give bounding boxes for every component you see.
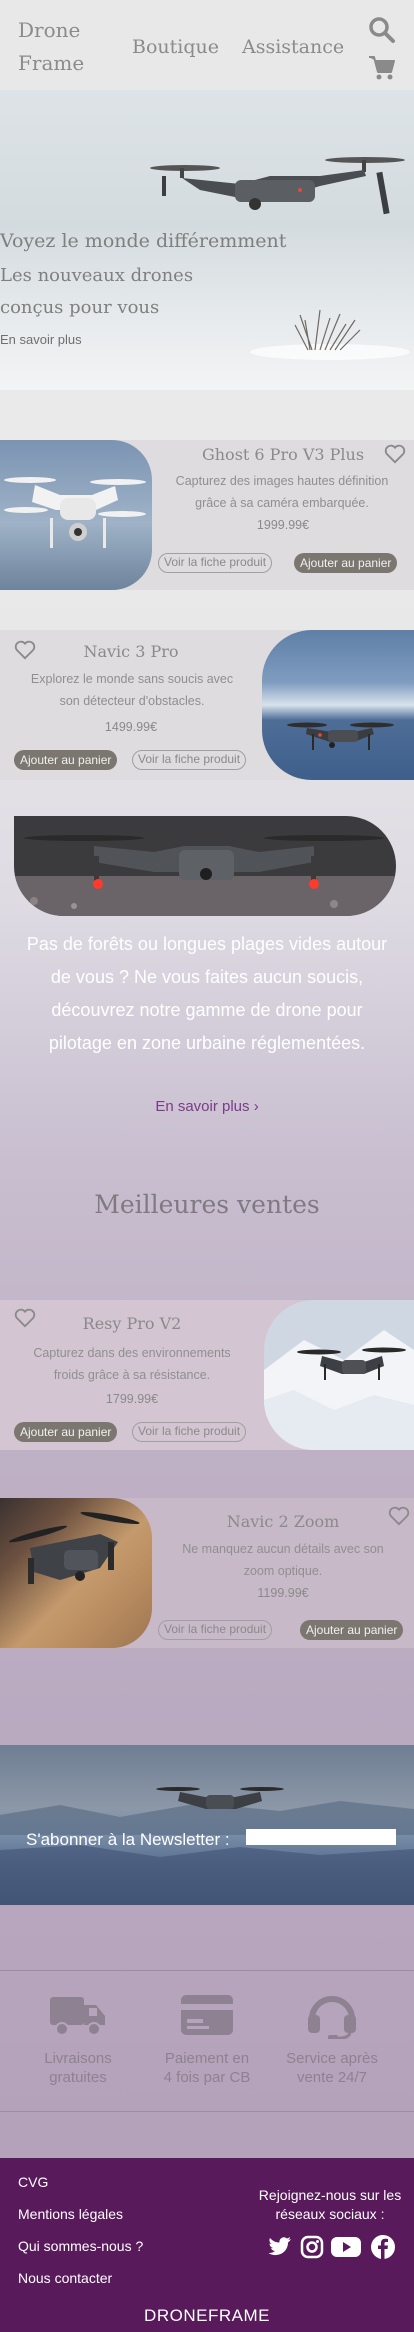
feature-payment: Paiement en 4 fois par CB xyxy=(147,1991,267,2087)
credit-card-icon xyxy=(181,1995,233,2035)
product-title[interactable]: Resy Pro V2 xyxy=(0,1314,264,1333)
product-image[interactable] xyxy=(264,1300,414,1450)
feature-label-line2: 4 fois par CB xyxy=(163,2069,251,2086)
view-product-button[interactable]: Voir la fiche produit xyxy=(132,1422,247,1442)
feature-label: Paiement en 4 fois par CB xyxy=(147,2049,267,2087)
facebook-icon[interactable] xyxy=(370,2234,396,2260)
add-to-cart-button[interactable]: Ajouter au panier xyxy=(294,553,398,573)
feature-delivery: Livraisons gratuites xyxy=(18,1991,138,2087)
hero-subtitle-line2: conçus pour vous xyxy=(0,297,160,318)
promo-text: Pas de forêts ou longues plages vides au… xyxy=(26,934,388,1053)
product-card: Resy Pro V2 Capturez dans des environnem… xyxy=(0,1300,414,1450)
features-section: Livraisons gratuites Paiement en 4 fois … xyxy=(0,1970,414,2112)
instagram-icon[interactable] xyxy=(300,2235,324,2259)
social-icons xyxy=(268,2234,398,2260)
best-sellers-title: Meilleures ventes xyxy=(94,1190,320,1219)
product-card: Navic 2 Zoom Ne manquez aucun détails av… xyxy=(0,1498,414,1648)
feature-label: Service après vente 24/7 xyxy=(272,2049,392,2087)
youtube-icon[interactable] xyxy=(330,2236,362,2258)
footer-link-about[interactable]: Qui sommes-nous ? xyxy=(18,2238,143,2254)
view-product-button[interactable]: Voir la fiche produit xyxy=(132,750,247,770)
feature-label-line2: gratuites xyxy=(49,2069,107,2086)
view-product-button[interactable]: Voir la fiche produit xyxy=(158,1620,273,1640)
promo-image xyxy=(14,816,396,916)
product-card: Navic 3 Pro Explorez le monde sans souci… xyxy=(0,630,414,780)
cart-icon[interactable] xyxy=(368,54,396,82)
product-image[interactable] xyxy=(0,440,152,590)
product-price: 1799.99€ xyxy=(105,1392,159,1406)
nav-assistance[interactable]: Assistance xyxy=(242,36,344,58)
hero-subtitle-line1: Les nouveaux drones xyxy=(0,265,194,286)
footer-link-cgv[interactable]: CVG xyxy=(18,2174,48,2190)
product-image[interactable] xyxy=(262,630,414,780)
product-title[interactable]: Ghost 6 Pro V3 Plus xyxy=(152,445,414,464)
newsletter-email-input[interactable] xyxy=(246,1829,396,1845)
product-description: Explorez le monde sans soucis avec son d… xyxy=(30,672,234,708)
site-footer: CVG Mentions légales Qui sommes-nous ? N… xyxy=(0,2158,414,2332)
feature-label-line2: vente 24/7 xyxy=(296,2069,368,2086)
hero-grass-image xyxy=(250,309,410,360)
feature-label-line1: Livraisons xyxy=(44,2050,112,2067)
hero-drone-image xyxy=(150,157,405,215)
feature-label-line1: Paiement en xyxy=(164,2050,250,2067)
product-title[interactable]: Navic 3 Pro xyxy=(0,642,262,661)
feature-label: Livraisons gratuites xyxy=(18,2049,138,2087)
feature-support: Service après vente 24/7 xyxy=(272,1991,392,2087)
heart-icon[interactable] xyxy=(384,444,406,464)
heart-icon[interactable] xyxy=(14,1308,36,1328)
product-price: 1999.99€ xyxy=(256,518,310,532)
footer-brand[interactable]: DRONEFRAME xyxy=(0,2306,414,2326)
footer-link-contact[interactable]: Nous contacter xyxy=(18,2270,112,2286)
add-to-cart-button[interactable]: Ajouter au panier xyxy=(14,1422,118,1442)
feature-label-line1: Service après xyxy=(286,2050,378,2067)
product-description: Ne manquez aucun détails avec son zoom o… xyxy=(182,1542,384,1578)
product-description: Capturez dans des environnements froids … xyxy=(33,1346,231,1382)
newsletter-label: S'abonner à la Newsletter : xyxy=(26,1830,230,1849)
search-icon[interactable] xyxy=(368,16,396,44)
add-to-cart-button[interactable]: Ajouter au panier xyxy=(14,750,118,770)
hero-banner: Voyez le monde différemment Les nouveaux… xyxy=(0,90,414,390)
product-price: 1499.99€ xyxy=(104,720,158,734)
heart-icon[interactable] xyxy=(14,640,36,660)
nav-boutique[interactable]: Boutique xyxy=(132,36,219,58)
product-price: 1199.99€ xyxy=(257,1586,309,1600)
twitter-icon[interactable] xyxy=(268,2236,292,2258)
headset-icon xyxy=(308,1996,356,2039)
footer-link-legal[interactable]: Mentions légales xyxy=(18,2206,123,2222)
product-image[interactable] xyxy=(0,1498,152,1648)
promo-learn-more-link[interactable]: En savoir plus › xyxy=(0,1098,414,1115)
heart-icon[interactable] xyxy=(388,1506,410,1526)
view-product-button[interactable]: Voir la fiche produit xyxy=(158,553,273,573)
product-description: Capturez des images hautes définition gr… xyxy=(175,474,389,510)
social-label: Rejoignez-nous sur les réseaux sociaux : xyxy=(258,2187,402,2222)
newsletter-banner: S'abonner à la Newsletter : xyxy=(0,1745,414,1905)
add-to-cart-button[interactable]: Ajouter au panier xyxy=(300,1620,404,1640)
site-header: Drone Frame Boutique Assistance xyxy=(0,0,414,90)
hero-title: Voyez le monde différemment xyxy=(0,230,287,252)
truck-icon xyxy=(50,1997,105,2036)
site-logo[interactable]: Drone Frame xyxy=(18,14,108,80)
product-title[interactable]: Navic 2 Zoom xyxy=(152,1512,414,1531)
hero-learn-more-link[interactable]: En savoir plus xyxy=(0,332,82,347)
product-card: Ghost 6 Pro V3 Plus Capturez des images … xyxy=(0,440,414,590)
